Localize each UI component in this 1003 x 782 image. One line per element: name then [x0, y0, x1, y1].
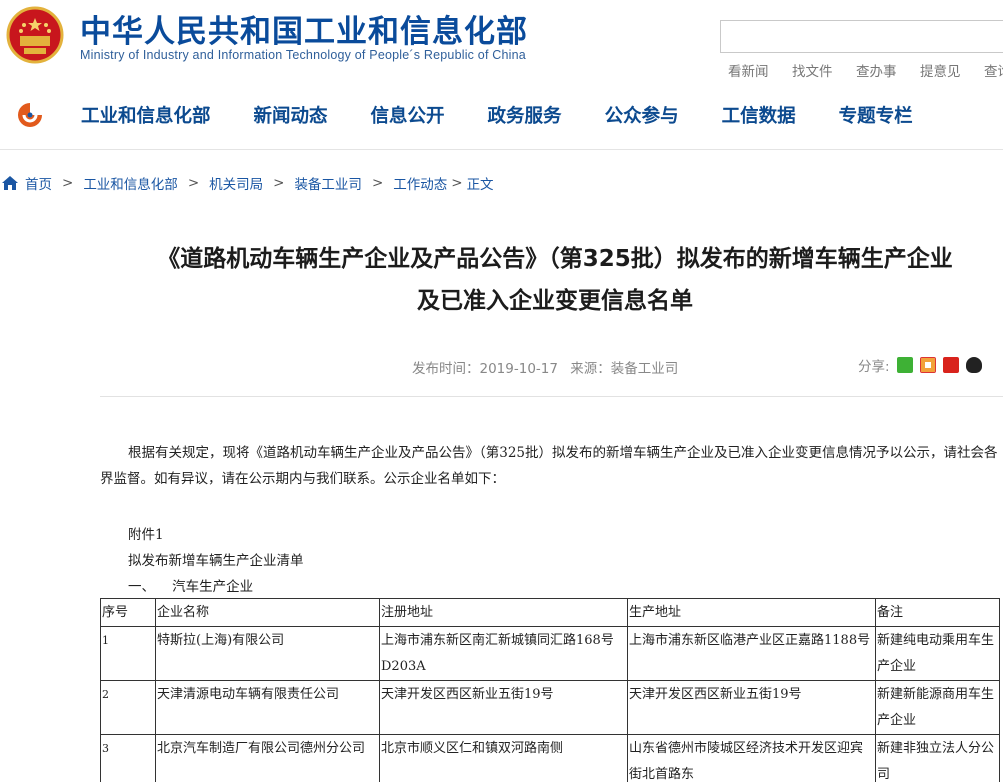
nav-item-miit[interactable]: 工业和信息化部 — [81, 102, 211, 128]
nav-item-public-participation[interactable]: 公众参与 — [605, 102, 679, 128]
pdf-icon[interactable] — [942, 357, 959, 373]
breadcrumb-departments[interactable]: 机关司局 — [209, 173, 263, 193]
table-cell: 天津清源电动车辆有限责任公司 — [155, 680, 380, 735]
table-cell: 新建新能源商用车生产企业 — [875, 680, 1000, 735]
share-bar: 分享: — [858, 355, 982, 375]
table-cell: 天津开发区西区新业五街19号 — [627, 680, 876, 735]
table-cell: 2 — [100, 680, 156, 735]
table-row: 2 天津清源电动车辆有限责任公司 天津开发区西区新业五街19号 天津开发区西区新… — [100, 680, 1000, 735]
article-title-line-2: 及已准入企业变更信息名单 — [417, 288, 693, 314]
quick-link-news[interactable]: 看新闻 — [728, 60, 792, 80]
site-subtitle: Ministry of Industry and Information Tec… — [80, 48, 526, 62]
table-header-cell: 生产地址 — [627, 598, 876, 627]
table-cell: 上海市浦东新区临港产业区正嘉路1188号 — [627, 626, 876, 681]
share-label: 分享: — [858, 359, 890, 375]
wechat-icon[interactable] — [896, 357, 913, 373]
table-cell: 新建非独立法人分公司 — [875, 734, 1000, 782]
table-header-cell: 序号 — [100, 598, 156, 627]
nav-item-gov-services[interactable]: 政务服务 — [488, 102, 562, 128]
breadcrumb-separator: > — [187, 175, 200, 191]
table-cell: 新建纯电动乘用车生产企业 — [875, 626, 1000, 681]
table-cell: 北京汽车制造厂有限公司德州分公司 — [155, 734, 380, 782]
table-cell: 山东省德州市陵城区经济技术开发区迎宾街北首路东 — [627, 734, 876, 782]
breadcrumb: 首页 > 工业和信息化部 > 机关司局 > 装备工业司 > 工作动态 > 正文 — [2, 173, 494, 193]
table-cell: 3 — [100, 734, 156, 782]
qq-icon[interactable] — [965, 357, 982, 373]
table-header-row: 序号 企业名称 注册地址 生产地址 备注 — [100, 598, 1000, 627]
publish-time: 发布时间：2019-10-17 — [412, 361, 558, 377]
table-header-cell: 企业名称 — [155, 598, 380, 627]
meta-divider — [100, 396, 1003, 397]
home-icon — [2, 176, 18, 190]
article-meta: 发布时间：2019-10-17 来源：装备工业司 — [412, 357, 686, 377]
main-nav: 工业和信息化部 新闻动态 信息公开 政务服务 公众参与 工信数据 专题专栏 — [81, 102, 956, 128]
table-header-cell: 备注 — [875, 598, 1000, 627]
breadcrumb-miit[interactable]: 工业和信息化部 — [83, 173, 178, 193]
article-intro: 根据有关规定，现将《道路机动车辆生产企业及产品公告》（第325批）拟发布的新增车… — [100, 445, 998, 487]
weibo-icon[interactable] — [919, 357, 936, 373]
article-title-line-1: 《道路机动车辆生产企业及产品公告》（第325批）拟发布的新增车辆生产企业 — [157, 246, 953, 272]
national-emblem-icon — [6, 6, 64, 64]
nav-divider — [0, 149, 1003, 150]
attachment-label: 附件1 — [128, 527, 164, 543]
site-title: 中华人民共和国工业和信息化部 — [80, 14, 528, 50]
quick-link-documents[interactable]: 找文件 — [792, 60, 856, 80]
miit-logo-icon — [18, 103, 42, 127]
nav-item-special-topics[interactable]: 专题专栏 — [839, 102, 913, 128]
article-source: 来源：装备工业司 — [570, 361, 679, 377]
section-heading: 一、 汽车生产企业 — [128, 579, 254, 595]
table-row: 1 特斯拉(上海)有限公司 上海市浦东新区南汇新城镇同汇路168号D203A 上… — [100, 626, 1000, 681]
breadcrumb-home[interactable]: 首页 — [25, 173, 52, 193]
breadcrumb-current: 正文 — [466, 177, 494, 193]
breadcrumb-equipment-dept[interactable]: 装备工业司 — [294, 173, 362, 193]
quick-link-services[interactable]: 查办事 — [856, 60, 920, 80]
table-header-cell: 注册地址 — [379, 598, 628, 627]
breadcrumb-work-news[interactable]: 工作动态 — [393, 173, 447, 193]
article-title: 《道路机动车辆生产企业及产品公告》（第325批）拟发布的新增车辆生产企业 及已准… — [100, 238, 1003, 322]
table-cell: 北京市顺义区仁和镇双河路南侧 — [379, 734, 628, 782]
table-cell: 特斯拉(上海)有限公司 — [155, 626, 380, 681]
breadcrumb-separator: > — [371, 175, 384, 191]
breadcrumb-separator: > — [273, 175, 285, 191]
search-input[interactable] — [720, 20, 1003, 53]
table-row: 3 北京汽车制造厂有限公司德州分公司 北京市顺义区仁和镇双河路南侧 山东省德州市… — [100, 734, 1000, 782]
nav-item-news[interactable]: 新闻动态 — [254, 102, 328, 128]
breadcrumb-separator: > — [451, 175, 463, 191]
table-cell: 上海市浦东新区南汇新城镇同汇路168号D203A — [379, 626, 628, 681]
table-cell: 1 — [100, 626, 156, 681]
breadcrumb-separator: > — [62, 175, 74, 191]
nav-item-info-disclosure[interactable]: 信息公开 — [371, 102, 445, 128]
enterprise-table: 序号 企业名称 注册地址 生产地址 备注 1 特斯拉(上海)有限公司 上海市浦东… — [100, 598, 1000, 782]
quick-links: 看新闻 找文件 查办事 提意见 查询 — [728, 60, 1003, 80]
quick-link-feedback[interactable]: 提意见 — [920, 60, 984, 80]
quick-link-query[interactable]: 查询 — [984, 60, 1003, 80]
nav-item-data[interactable]: 工信数据 — [722, 102, 796, 128]
list-title: 拟发布新增车辆生产企业清单 — [128, 553, 304, 569]
table-cell: 天津开发区西区新业五街19号 — [379, 680, 628, 735]
